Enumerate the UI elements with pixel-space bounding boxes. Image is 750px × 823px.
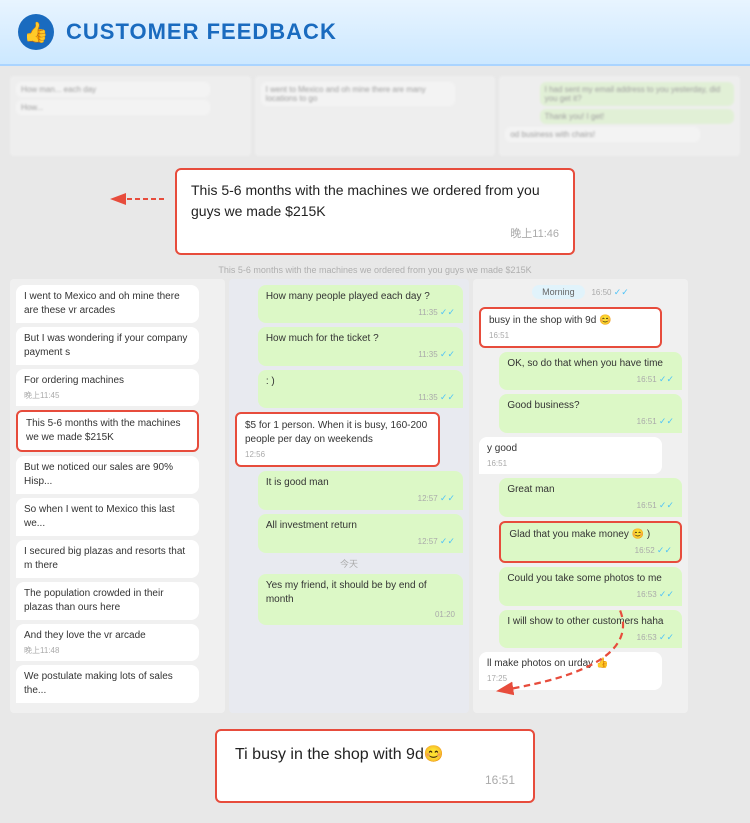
header-title: CUSTOMER FEEDBACK [66, 19, 337, 45]
right-msg-show: I will show to other customers haha 16:5… [499, 610, 682, 649]
left-highlight-msg: This 5-6 months with the machines we we … [16, 410, 199, 452]
header: 👍 CUSTOMER FEEDBACK [0, 0, 750, 66]
bottom-highlight-text: Ti busy in the shop with 9d😊 [235, 746, 444, 763]
chat-columns: I went to Mexico and oh mine there are t… [10, 279, 740, 713]
top-highlight-box: This 5-6 months with the machines we ord… [175, 168, 575, 255]
left-msg-3: For ordering machines 晚上11:45 [16, 369, 199, 406]
left-msg-5: But we noticed our sales are 90% Hisp... [16, 456, 199, 494]
right-highlight-glad: Glad that you make money 😊 ) 16:52 ✓✓ [499, 521, 682, 564]
main-content: How man... each day How... I went to Mex… [0, 66, 750, 823]
left-msg-6: So when I went to Mexico this last we... [16, 498, 199, 536]
chat-section: I went to Mexico and oh mine there are t… [10, 279, 740, 713]
mid-msg-3: : ) 11:35 ✓✓ [258, 370, 463, 409]
bg-row-text: This 5-6 months with the machines we ord… [10, 265, 740, 275]
top-highlight-time: 晚上11:46 [191, 226, 559, 243]
right-msg-make-photos: ll make photos on urday 👍 17:25 [479, 652, 662, 689]
thumbs-up-icon: 👍 [16, 12, 56, 52]
right-msg-photos: Could you take some photos to me 16:53 ✓… [499, 567, 682, 606]
arrow-left-indicator [106, 184, 166, 219]
bg-chat-right: I had sent my email address to you yeste… [499, 76, 740, 156]
left-msg-population: The population crowded in their plazas t… [16, 582, 199, 620]
bg-chat-mid: I went to Mexico and oh mine there are m… [255, 76, 496, 156]
left-chat-panel: I went to Mexico and oh mine there are t… [10, 279, 225, 713]
bottom-highlight-time: 16:51 [235, 771, 515, 789]
morning-indicator: Morning [532, 285, 585, 299]
mid-msg-friend: Yes my friend, it should be by end of mo… [258, 574, 463, 625]
left-msg-postulate: We postulate making lots of sales the... [16, 665, 199, 703]
mid-msg-investment: All investment return 12:57 ✓✓ [258, 514, 463, 553]
right-msg-ok: OK, so do that when you have time 16:51 … [499, 352, 682, 391]
right-chat-panel: Morning 16:50 ✓✓ busy in the shop with 9… [473, 279, 688, 713]
right-msg-ygood: y good 16:51 [479, 437, 662, 474]
right-msg-great: Great man 16:51 ✓✓ [499, 478, 682, 517]
svg-text:👍: 👍 [24, 20, 49, 44]
mid-chat-panel: How many people played each day ? 11:35 … [229, 279, 469, 713]
mid-msg-2: How much for the ticket ? 11:35 ✓✓ [258, 327, 463, 366]
background-chats: How man... each day How... I went to Mex… [10, 76, 740, 156]
right-highlight-busy: busy in the shop with 9d 😊 16:51 [479, 307, 662, 348]
mid-msg-good: It is good man 12:57 ✓✓ [258, 471, 463, 510]
bottom-highlight-wrapper: Ti busy in the shop with 9d😊 16:51 [10, 719, 740, 813]
bottom-highlight-box: Ti busy in the shop with 9d😊 16:51 [215, 729, 535, 803]
mid-msg-1: How many people played each day ? 11:35 … [258, 285, 463, 324]
mid-date-divider: 今天 [235, 557, 463, 570]
bg-chat-left: How man... each day How... [10, 76, 251, 156]
mid-highlight-msg: $5 for 1 person. When it is busy, 160-20… [235, 412, 440, 467]
page-container: 👍 CUSTOMER FEEDBACK How man... each day … [0, 0, 750, 823]
left-msg-2: But I was wondering if your company paym… [16, 327, 199, 365]
right-msg-good-biz: Good business? 16:51 ✓✓ [499, 394, 682, 433]
left-msg-secured: I secured big plazas and resorts that m … [16, 540, 199, 578]
left-msg-arcade: And they love the vr arcade 晚上11:48 [16, 624, 199, 661]
left-msg-1: I went to Mexico and oh mine there are t… [16, 285, 199, 323]
top-highlight-text: This 5-6 months with the machines we ord… [191, 182, 540, 219]
top-highlight-wrapper: This 5-6 months with the machines we ord… [10, 162, 740, 261]
